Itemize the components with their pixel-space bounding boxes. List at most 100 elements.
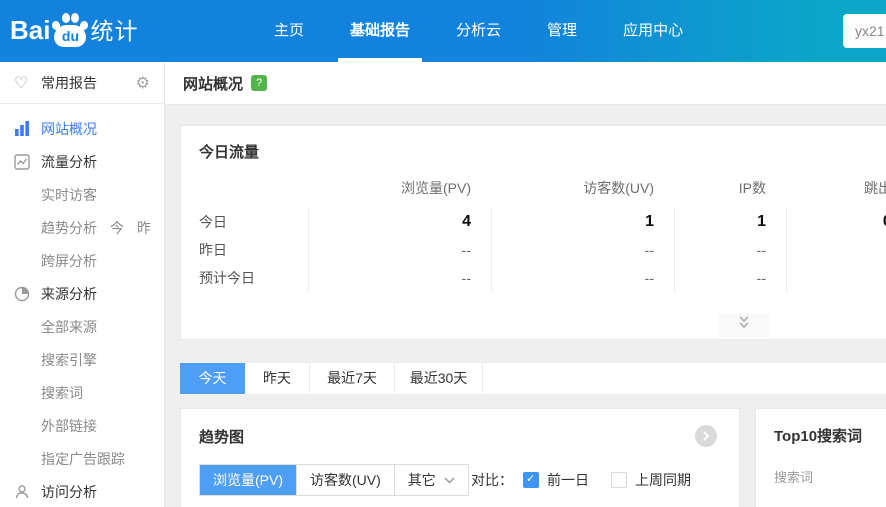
site-selector[interactable]: yx21. [843, 14, 886, 48]
tab-today[interactable]: 今天 [180, 363, 245, 394]
sidebar-item-search-engines[interactable]: 搜索引擎 [0, 343, 164, 376]
sidebar-item-cross-screen-analysis[interactable]: 跨屏分析 [0, 244, 164, 277]
metric-uv-button[interactable]: 访客数(UV) [296, 465, 394, 495]
cell-bounce: -- [786, 236, 886, 264]
sidebar-item-favorite-reports[interactable]: ♡ 常用报告 ⚙ [0, 62, 164, 104]
logo-text-tongji: 统计 [90, 18, 139, 44]
tab-yesterday[interactable]: 昨天 [245, 363, 310, 394]
sidebar-item-source-analysis[interactable]: 来源分析 [0, 277, 164, 310]
sidebar-item-label: 访问分析 [41, 483, 97, 500]
column-header-uv: 访客数(UV) [583, 180, 654, 196]
expand-card-button[interactable] [719, 313, 769, 337]
sidebar-item-label: 网站概况 [41, 120, 97, 137]
page-body: ♡ 常用报告 ⚙ 网站概况 流量分析 实时访客 趋势分析 今 昨 跨屏分析 来源… [0, 62, 886, 507]
previous-day-label[interactable]: 前一日 [547, 470, 589, 490]
main-content: 网站概况 ? 今日流量 浏览量(PV) 访客数(UV) IP数 跳出率 今日 4 [165, 62, 886, 507]
row-label: 预计今日 [199, 270, 255, 286]
column-header-pv: 浏览量(PV) [401, 180, 471, 196]
sidebar-item-label: 跨屏分析 [41, 252, 97, 269]
sidebar-item-label: 流量分析 [41, 153, 97, 170]
compare-options: 对比： 前一日 上周同期 [471, 470, 721, 490]
sidebar-item-visit-analysis[interactable]: 访问分析 [0, 475, 164, 507]
sidebar-item-traffic-analysis[interactable]: 流量分析 [0, 145, 164, 178]
today-traffic-header-row: 浏览量(PV) 访客数(UV) IP数 跳出率 [181, 178, 886, 198]
same-period-last-week-label[interactable]: 上周同期 [635, 470, 691, 490]
page-title: 网站概况 [183, 75, 244, 93]
nav-app-center[interactable]: 应用中心 [611, 0, 695, 62]
bar-chart-icon [14, 121, 32, 136]
sidebar-item-all-sources[interactable]: 全部来源 [0, 310, 164, 343]
row-label: 昨日 [199, 242, 227, 258]
sidebar-item-label: 搜索引擎 [41, 351, 97, 368]
tab-last-7-days[interactable]: 最近7天 [310, 363, 395, 394]
nav-management[interactable]: 管理 [535, 0, 589, 62]
cell-uv: 1 [491, 208, 674, 236]
metric-other-label: 其它 [407, 472, 436, 488]
metric-button-group: 浏览量(PV) 访客数(UV) 其它 [199, 464, 469, 496]
tab-last-30-days[interactable]: 最近30天 [395, 363, 483, 394]
cell-uv: -- [491, 236, 674, 264]
double-chevron-down-icon [736, 316, 752, 334]
logo-text-du: du [54, 25, 87, 47]
chevron-right-circle-button[interactable] [695, 425, 717, 447]
baidu-paw-icon: du [51, 12, 90, 48]
trend-chart-card: 趋势图 浏览量(PV) 访客数(UV) 其它 对比： ✓ 前一日 上周同期 [180, 408, 740, 507]
sidebar-item-ad-tracking[interactable]: 指定广告跟踪 [0, 442, 164, 475]
cell-bounce: 0% [786, 208, 886, 236]
metric-pv-button[interactable]: 浏览量(PV) [200, 465, 296, 495]
help-icon[interactable]: ? [251, 75, 268, 91]
sidebar-item-realtime-visitors[interactable]: 实时访客 [0, 178, 164, 211]
checkbox-previous-day[interactable] [523, 472, 539, 488]
favorites-label: 常用报告 [41, 74, 97, 91]
trend-chart-icon [14, 153, 32, 170]
today-traffic-card: 今日流量 浏览量(PV) 访客数(UV) IP数 跳出率 今日 4 1 1 0% [180, 125, 886, 340]
cell-ip: -- [674, 236, 786, 264]
metric-other-dropdown[interactable]: 其它 [393, 465, 468, 495]
primary-nav: 主页 基础报告 分析云 管理 应用中心 [262, 0, 717, 62]
cell-pv: -- [308, 236, 491, 264]
sidebar-item-label: 外部链接 [41, 417, 97, 434]
trend-yesterday-link[interactable]: 昨 [137, 218, 151, 238]
nav-home[interactable]: 主页 [262, 0, 316, 62]
table-row-yesterday: 昨日 -- -- -- -- [181, 236, 886, 264]
checkbox-same-period-last-week[interactable] [611, 472, 627, 488]
nav-basic-reports[interactable]: 基础报告 [338, 0, 423, 62]
cell-bounce: -- [786, 264, 886, 292]
sidebar-item-label: 实时访客 [41, 186, 97, 203]
cell-pv: 4 [308, 208, 491, 236]
column-header-bounce: 跳出率 [864, 180, 886, 196]
sidebar-item-trend-analysis[interactable]: 趋势分析 今 昨 [0, 211, 164, 244]
sidebar-item-external-links[interactable]: 外部链接 [0, 409, 164, 442]
row-label: 今日 [199, 214, 227, 230]
bottom-cards-row: 趋势图 浏览量(PV) 访客数(UV) 其它 对比： ✓ 前一日 上周同期 To… [180, 408, 886, 507]
gear-icon[interactable]: ⚙ [136, 73, 150, 93]
heart-icon: ♡ [14, 74, 29, 92]
sidebar-menu: 网站概况 流量分析 实时访客 趋势分析 今 昨 跨屏分析 来源分析 全部来源 搜… [0, 104, 164, 507]
sidebar-item-label: 全部来源 [41, 318, 97, 335]
header-spacer [181, 178, 308, 198]
baidu-tongji-logo[interactable]: Bai du 统计 [10, 12, 138, 48]
visitor-icon [14, 484, 32, 500]
sidebar-item-label: 趋势分析 [41, 219, 97, 236]
cell-uv: -- [491, 264, 674, 292]
top10-search-term-label: 搜索词 [774, 470, 814, 485]
date-range-tabs: 今天 昨天 最近7天 最近30天 [180, 363, 886, 394]
cell-ip: 1 [674, 208, 786, 236]
table-row-today: 今日 4 1 1 0% [181, 208, 886, 236]
sidebar-item-label: 指定广告跟踪 [41, 450, 125, 467]
sidebar-item-label: 搜索词 [41, 384, 83, 401]
cell-pv: -- [308, 264, 491, 292]
compare-label: 对比： [471, 472, 513, 488]
column-header-ip: IP数 [738, 180, 766, 196]
sidebar-item-search-terms[interactable]: 搜索词 [0, 376, 164, 409]
nav-analytics-cloud[interactable]: 分析云 [444, 0, 513, 62]
page-title-bar: 网站概况 ? [165, 62, 886, 105]
sidebar: ♡ 常用报告 ⚙ 网站概况 流量分析 实时访客 趋势分析 今 昨 跨屏分析 来源… [0, 62, 165, 507]
pie-chart-icon [14, 286, 32, 302]
trend-chart-title: 趋势图 [199, 429, 245, 446]
logo-text-bai: Bai [10, 15, 51, 45]
sidebar-item-label: 来源分析 [41, 285, 97, 302]
top10-search-terms-card: Top10搜索词 搜索词 [755, 408, 886, 507]
sidebar-item-site-overview[interactable]: 网站概况 [0, 112, 164, 145]
trend-today-link[interactable]: 今 [110, 218, 124, 238]
